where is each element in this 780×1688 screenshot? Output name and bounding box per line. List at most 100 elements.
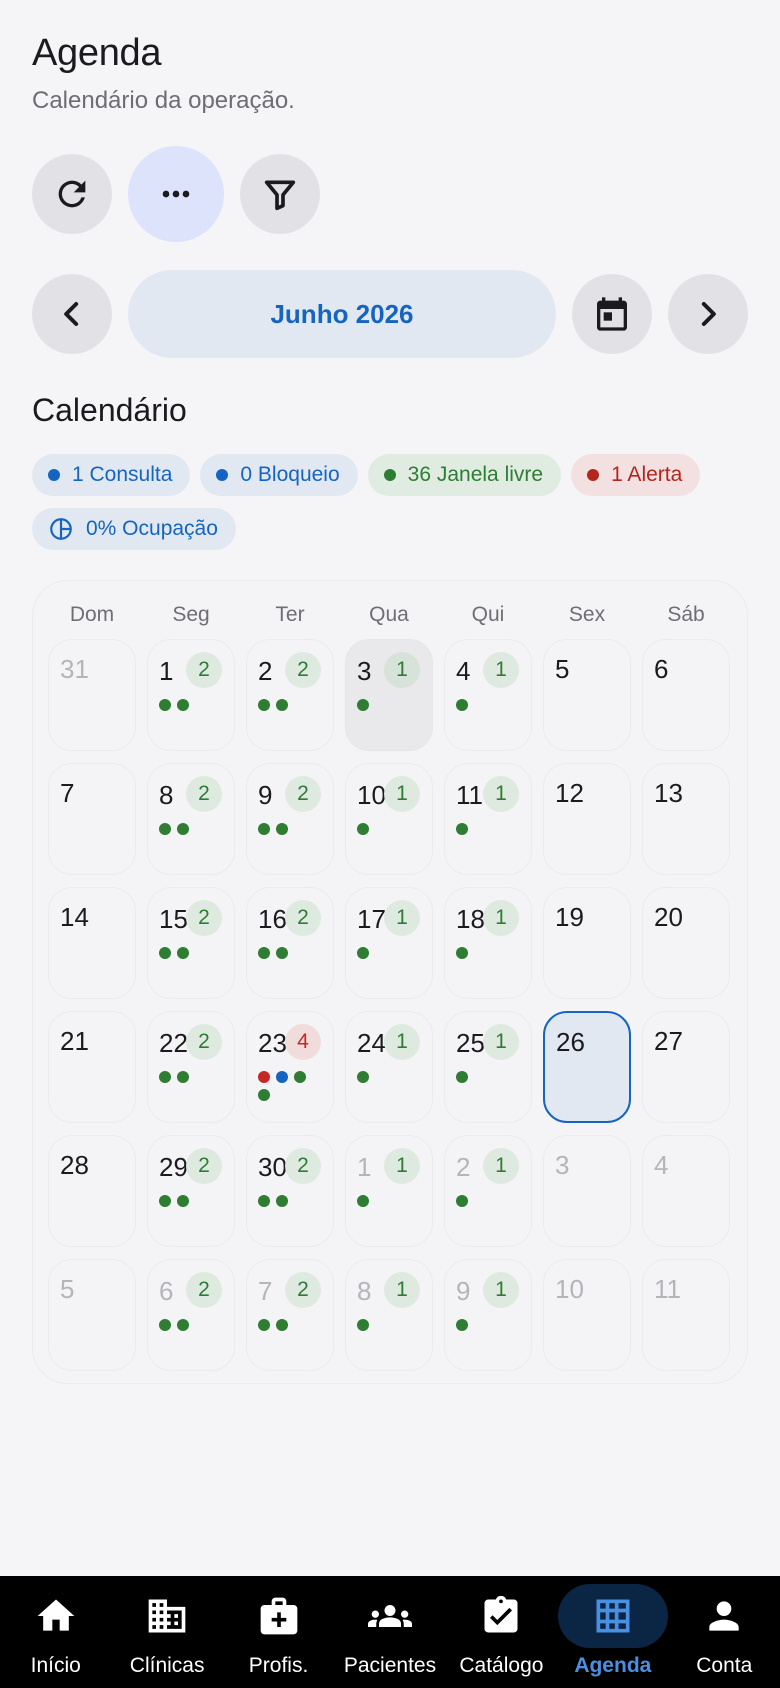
- calendar-day[interactable]: 17 1: [345, 887, 433, 999]
- summary-chip-label: 36 Janela livre: [407, 463, 544, 486]
- calendar-day[interactable]: 25 1: [444, 1011, 532, 1123]
- event-dot-icon: [456, 1319, 468, 1331]
- event-dot-icon: [357, 1319, 369, 1331]
- calendar-day[interactable]: 72: [246, 1259, 334, 1371]
- appointment-count-badge: 1: [483, 652, 519, 688]
- event-dot-icon: [276, 1071, 288, 1083]
- summary-chip[interactable]: 1 Alerta: [571, 454, 701, 496]
- previous-month-button[interactable]: [32, 274, 112, 354]
- calendar-day[interactable]: 11: [345, 1135, 433, 1247]
- calendar-day[interactable]: 24 1: [345, 1011, 433, 1123]
- weekday-label: Seg: [172, 603, 210, 626]
- calendar-day[interactable]: 19: [543, 887, 631, 999]
- day-number: 11: [654, 1274, 681, 1304]
- calendar-day[interactable]: 28: [48, 1135, 136, 1247]
- calendar-day[interactable]: 15 2: [147, 887, 235, 999]
- calendar-day[interactable]: 81: [345, 1259, 433, 1371]
- calendar-day[interactable]: 41: [444, 639, 532, 751]
- calendar-day[interactable]: 23 4: [246, 1011, 334, 1123]
- event-dots: [357, 1319, 417, 1331]
- status-dot-icon: [587, 469, 600, 481]
- calendar-day[interactable]: 11 1: [444, 763, 532, 875]
- nav-icon-container: [557, 1584, 668, 1648]
- calendar-day[interactable]: 12: [543, 763, 631, 875]
- calendar-day[interactable]: 4: [642, 1135, 730, 1247]
- nav-label: Profis.: [248, 1654, 309, 1677]
- calendar-day[interactable]: 10 1: [345, 763, 433, 875]
- appointment-count-badge: 2: [186, 1148, 222, 1184]
- clipboard-check-icon: [484, 1595, 518, 1633]
- event-dot-icon: [258, 1195, 270, 1207]
- nav-item-incio[interactable]: Início: [0, 1576, 111, 1688]
- filter-button[interactable]: [240, 154, 320, 234]
- calendar-day[interactable]: 7: [48, 763, 136, 875]
- nav-item-conta[interactable]: Conta: [669, 1576, 780, 1688]
- calendar-day[interactable]: 30 2: [246, 1135, 334, 1247]
- calendar-day[interactable]: 27: [642, 1011, 730, 1123]
- day-number: 24: [357, 1028, 386, 1058]
- nav-item-agenda[interactable]: Agenda: [557, 1576, 668, 1688]
- nav-icon-container: [112, 1584, 222, 1648]
- calendar-day[interactable]: 31: [345, 639, 433, 751]
- summary-chip-label: 1 Alerta: [611, 463, 683, 486]
- event-dot-icon: [177, 1071, 189, 1083]
- event-dots: [159, 1319, 219, 1331]
- appointment-count-badge: 1: [483, 900, 519, 936]
- calendar-day[interactable]: 22 2: [147, 1011, 235, 1123]
- calendar-section-title: Calendário: [32, 392, 187, 428]
- calendar-day[interactable]: 82: [147, 763, 235, 875]
- event-dot-icon: [276, 947, 288, 959]
- calendar-day[interactable]: 5: [48, 1259, 136, 1371]
- calendar-day[interactable]: 62: [147, 1259, 235, 1371]
- calendar-day[interactable]: 13: [642, 763, 730, 875]
- next-month-button[interactable]: [668, 274, 748, 354]
- current-month-label[interactable]: Junho 2026: [128, 270, 556, 358]
- day-number: 11: [456, 780, 483, 810]
- nav-item-clnicas[interactable]: Clínicas: [111, 1576, 222, 1688]
- calendar-day[interactable]: 12: [147, 639, 235, 751]
- calendar-day[interactable]: 91: [444, 1259, 532, 1371]
- event-dot-icon: [177, 1195, 189, 1207]
- calendar-day[interactable]: 31: [48, 639, 136, 751]
- calendar-day[interactable]: 6: [642, 639, 730, 751]
- summary-chip[interactable]: 1 Consulta: [32, 454, 191, 496]
- nav-item-pacientes[interactable]: Pacientes: [334, 1576, 445, 1688]
- nav-item-catlogo[interactable]: Catálogo: [446, 1576, 557, 1688]
- event-dot-icon: [357, 699, 369, 711]
- calendar-day[interactable]: 21: [444, 1135, 532, 1247]
- calendar-day[interactable]: 11: [642, 1259, 730, 1371]
- appointment-count-badge: 2: [186, 776, 222, 812]
- nav-item-profis[interactable]: Profis.: [223, 1576, 334, 1688]
- appointment-count-badge: 2: [186, 1272, 222, 1308]
- calendar-day[interactable]: 26: [543, 1011, 631, 1123]
- event-dot-icon: [177, 1319, 189, 1331]
- day-number: 2: [456, 1152, 471, 1182]
- refresh-button[interactable]: [32, 154, 112, 234]
- appointment-count-badge: 1: [384, 1272, 420, 1308]
- event-dots: [456, 1319, 516, 1331]
- calendar-day[interactable]: 10: [543, 1259, 631, 1371]
- weekday-label: Sáb: [667, 603, 705, 626]
- calendar-day[interactable]: 14: [48, 887, 136, 999]
- more-options-button[interactable]: [128, 146, 224, 242]
- event-dots: [456, 823, 516, 835]
- nav-icon-container: [446, 1584, 556, 1648]
- calendar-day[interactable]: 5: [543, 639, 631, 751]
- calendar-day[interactable]: 3: [543, 1135, 631, 1247]
- calendar-day[interactable]: 29 2: [147, 1135, 235, 1247]
- nav-label: Agenda: [574, 1654, 652, 1677]
- calendar-day[interactable]: 21: [48, 1011, 136, 1123]
- summary-chip[interactable]: 0% Ocupação: [32, 508, 236, 550]
- calendar-day[interactable]: 16 2: [246, 887, 334, 999]
- appointment-count-badge: 1: [483, 776, 519, 812]
- day-number: 14: [60, 902, 89, 932]
- summary-chip[interactable]: 36 Janela livre: [367, 454, 562, 496]
- calendar-day[interactable]: 20: [642, 887, 730, 999]
- calendar-day[interactable]: 18 1: [444, 887, 532, 999]
- status-dot-icon: [216, 469, 229, 481]
- appointment-count-badge: 2: [285, 900, 321, 936]
- summary-chip[interactable]: 0 Bloqueio: [200, 454, 358, 496]
- calendar-day[interactable]: 92: [246, 763, 334, 875]
- month-picker-button[interactable]: [572, 274, 652, 354]
- calendar-day[interactable]: 22: [246, 639, 334, 751]
